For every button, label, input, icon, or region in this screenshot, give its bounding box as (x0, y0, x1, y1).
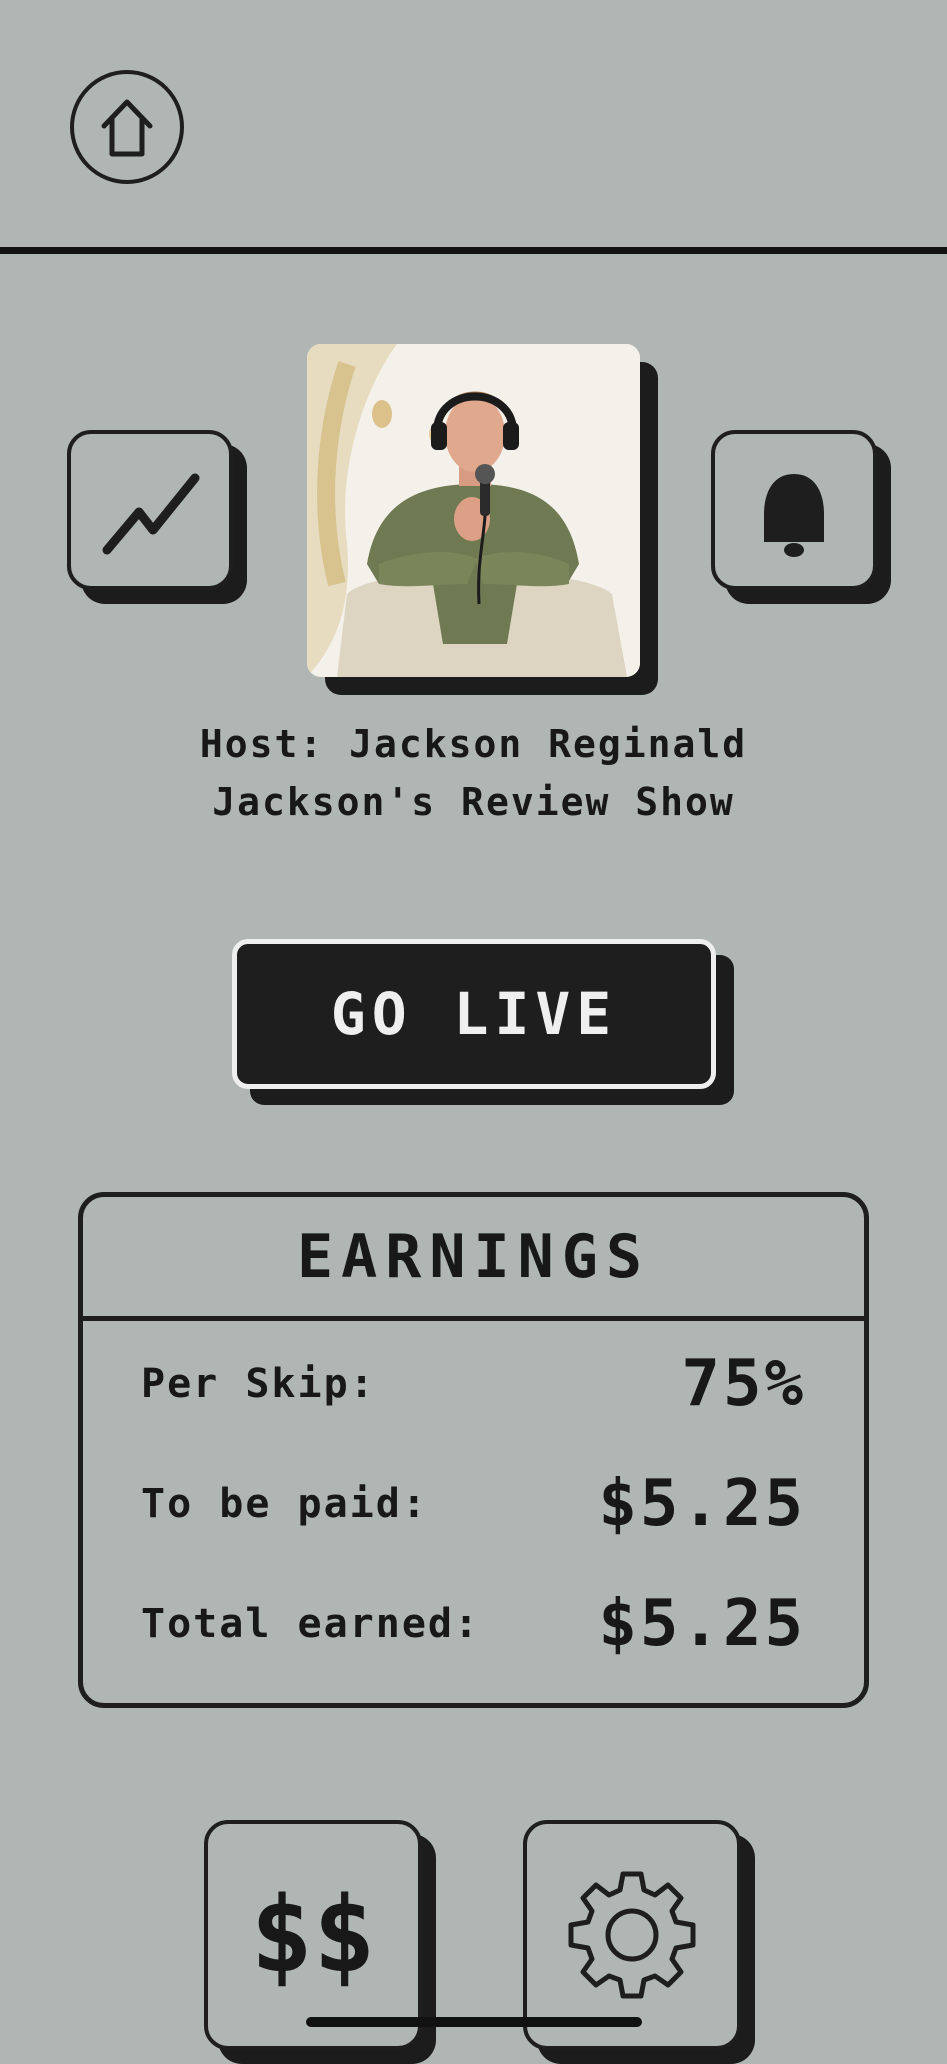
gear-icon (568, 1871, 696, 1999)
earnings-row-to-be-paid: To be paid: $5.25 (141, 1467, 806, 1541)
earnings-label: Per Skip: (141, 1361, 376, 1407)
notifications-button[interactable] (711, 430, 891, 604)
earnings-row-per-skip: Per Skip: 75% (141, 1347, 806, 1421)
header-divider (0, 247, 947, 254)
settings-button[interactable] (523, 1820, 755, 2064)
show-title: Jackson's Review Show (212, 780, 735, 824)
earnings-value: $5.25 (598, 1587, 806, 1661)
earnings-title: EARNINGS (83, 1197, 864, 1321)
earnings-card: EARNINGS Per Skip: 75% To be paid: $5.25… (78, 1192, 869, 1708)
earnings-row-total-earned: Total earned: $5.25 (141, 1587, 806, 1661)
earnings-label: Total earned: (141, 1601, 481, 1647)
host-name: Host: Jackson Reginald (199, 722, 748, 766)
money-label: $$ (204, 1820, 422, 2050)
earnings-value: 75% (681, 1347, 806, 1421)
go-live-button[interactable]: GO LIVE (232, 939, 716, 1089)
home-indicator (306, 2017, 642, 2027)
bell-icon (764, 474, 824, 557)
home-icon (101, 99, 153, 157)
payouts-button[interactable]: $$ (204, 1820, 436, 2064)
home-button[interactable] (70, 70, 184, 184)
earnings-value: $5.25 (598, 1467, 806, 1541)
earnings-label: To be paid: (141, 1481, 428, 1527)
host-photo (307, 344, 658, 695)
trend-chart-icon (102, 473, 200, 555)
stats-button[interactable] (67, 430, 247, 604)
